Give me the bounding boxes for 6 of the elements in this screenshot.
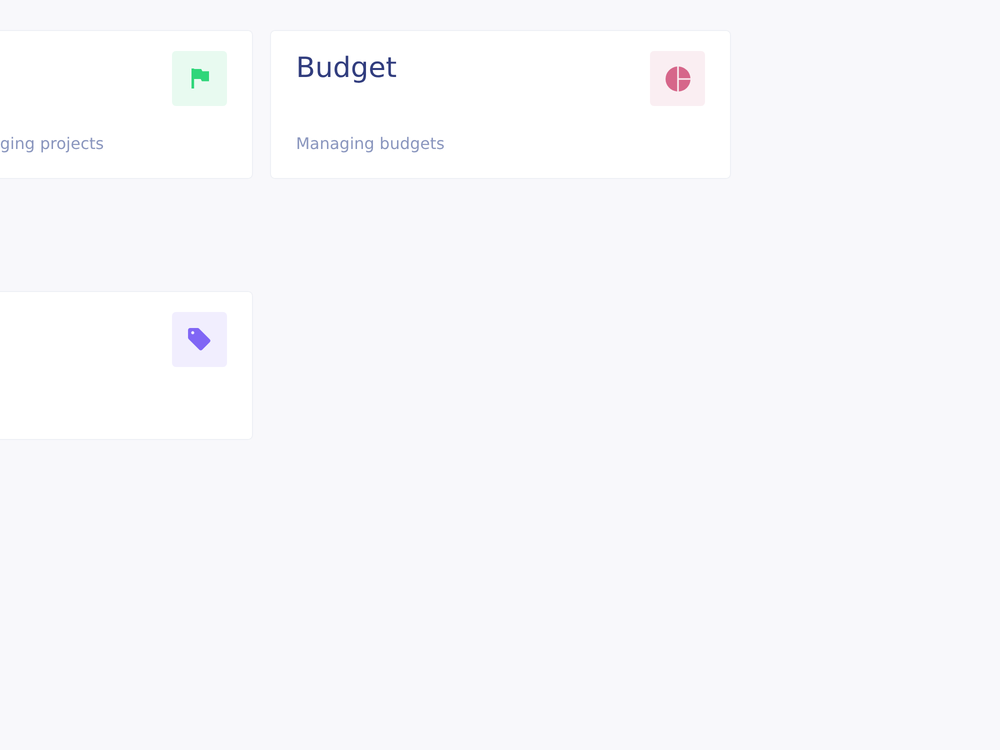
flag-icon [172, 51, 227, 106]
pie-chart-icon [650, 51, 705, 106]
tag-icon [172, 312, 227, 367]
card-description: Managing budgets [296, 134, 446, 154]
card-title: Budget [296, 51, 397, 85]
card-description: ging projects [0, 134, 105, 154]
